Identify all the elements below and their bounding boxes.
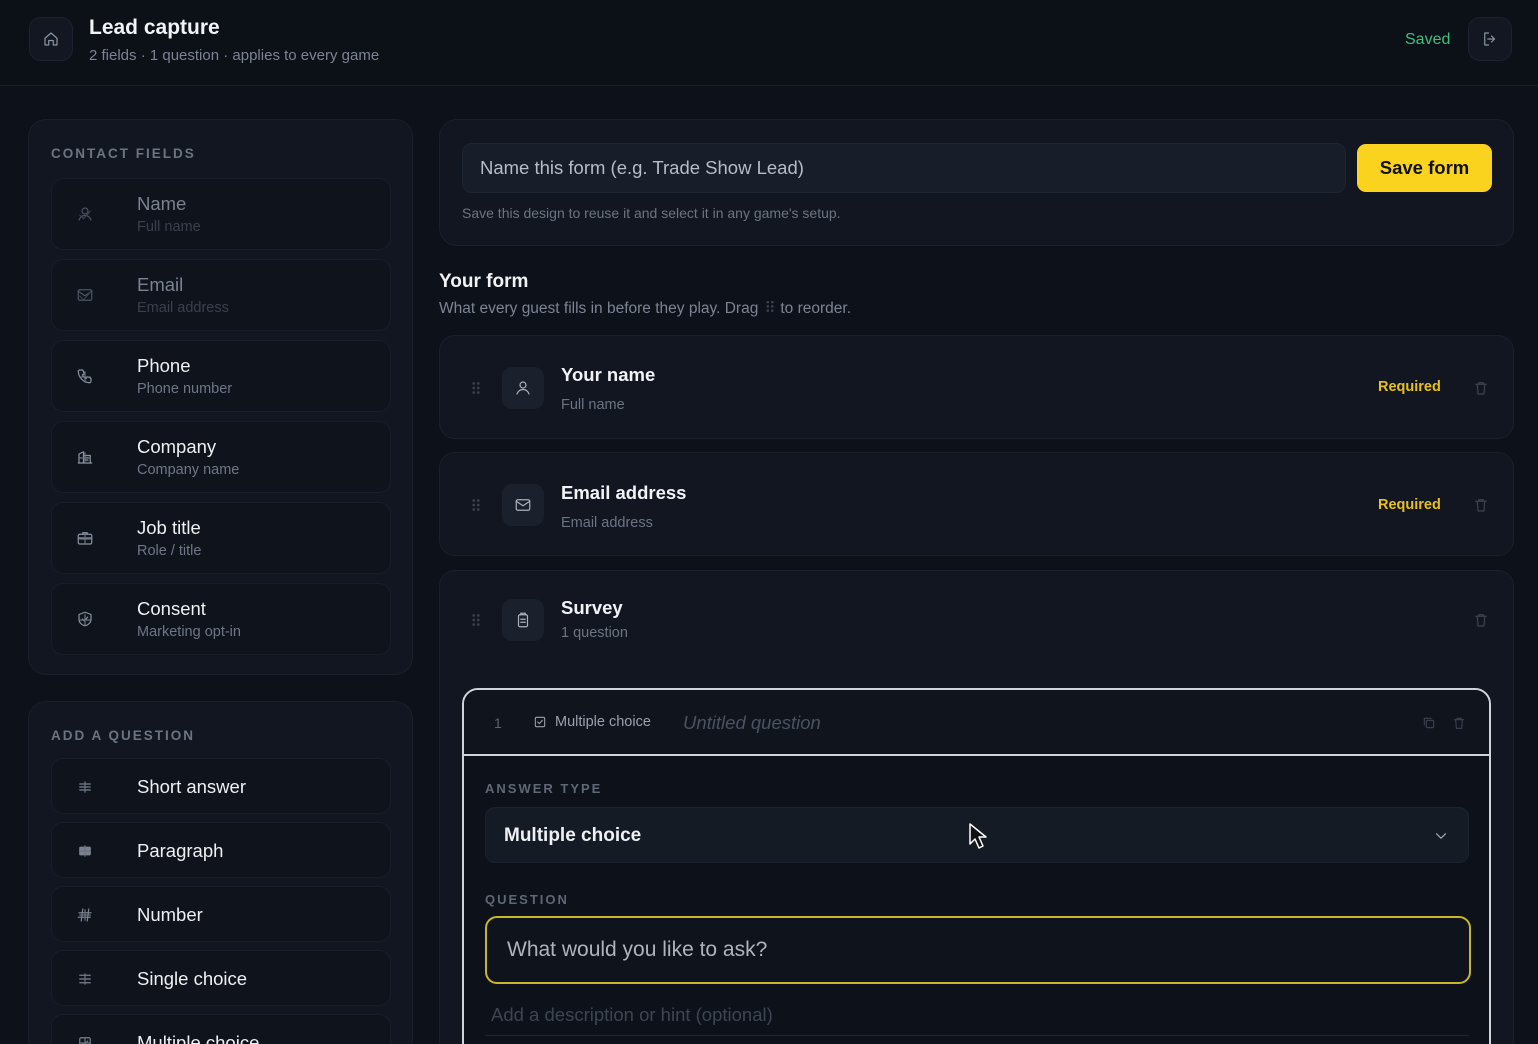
your-form-subtitle: What every guest fills in before they pl… <box>439 299 851 318</box>
form-field-label: Your name <box>561 364 656 385</box>
plus-icon <box>76 778 374 796</box>
form-name-input[interactable] <box>462 143 1346 193</box>
field-icon-container <box>502 367 544 409</box>
page-subtitle: 2 fields · 1 question · applies to every… <box>89 47 380 64</box>
field-icon-container <box>502 484 544 526</box>
contact-field-name[interactable]: Name Full name <box>51 178 391 250</box>
plus-icon <box>76 1034 374 1044</box>
question-number: 1 <box>494 715 502 731</box>
question-type-tag: Multiple choice <box>532 714 651 730</box>
trash-icon[interactable] <box>1472 611 1490 629</box>
field-icon-container <box>502 599 544 641</box>
copy-icon[interactable] <box>1421 715 1437 731</box>
trash-icon[interactable] <box>1451 715 1467 731</box>
question-editor-header[interactable]: 1 Multiple choice Untitled question <box>464 690 1489 756</box>
form-field-sub: 1 question <box>561 625 628 641</box>
form-field-label: Email address <box>561 482 687 503</box>
question-title-preview: Untitled question <box>683 712 821 733</box>
drag-handle-icon[interactable] <box>467 496 485 514</box>
plus-icon <box>76 368 374 386</box>
your-form-subtitle-text: What every guest fills in before they pl… <box>439 300 759 317</box>
form-name-card: Save form Save this design to reuse it a… <box>439 119 1514 246</box>
home-button[interactable] <box>29 17 73 61</box>
plus-icon <box>76 906 374 924</box>
plus-icon <box>76 842 374 860</box>
exit-icon <box>1481 30 1499 48</box>
home-icon <box>42 30 60 48</box>
contact-fields-panel: CONTACT FIELDS Name Full name Email Emai… <box>28 119 413 675</box>
drag-handle-icon: ⠿ <box>764 300 776 317</box>
form-name-hint: Save this design to reuse it and select … <box>462 205 841 221</box>
your-form-subtitle-text-end: to reorder. <box>780 300 851 317</box>
chevron-down-icon <box>1432 827 1450 845</box>
question-editor: 1 Multiple choice Untitled question ANSW… <box>462 688 1491 1044</box>
add-question-single-choice[interactable]: Single choice <box>51 950 391 1006</box>
clipboard-icon <box>514 611 532 629</box>
check-icon <box>76 287 374 305</box>
question-input[interactable] <box>485 916 1471 984</box>
add-question-short-answer[interactable]: Short answer <box>51 758 391 814</box>
add-question-paragraph[interactable]: Paragraph <box>51 822 391 878</box>
plus-icon <box>76 530 374 548</box>
form-field-sub: Email address <box>561 515 653 531</box>
form-field-your-name[interactable]: Your name Full name Required <box>439 335 1514 439</box>
mouse-cursor <box>968 822 990 850</box>
answer-type-value: Multiple choice <box>504 825 642 846</box>
drag-handle-icon[interactable] <box>467 379 485 397</box>
contact-field-company[interactable]: Company Company name <box>51 421 391 493</box>
form-field-label: Survey <box>561 597 623 618</box>
contact-field-consent[interactable]: Consent Marketing opt-in <box>51 583 391 655</box>
page-title: Lead capture <box>89 16 220 39</box>
plus-icon <box>76 449 374 467</box>
exit-button[interactable] <box>1468 17 1512 61</box>
contact-field-phone[interactable]: Phone Phone number <box>51 340 391 412</box>
add-question-multiple-choice[interactable]: Multiple choice <box>51 1014 391 1044</box>
form-field-email-address[interactable]: Email address Email address Required <box>439 452 1514 556</box>
contact-field-email[interactable]: Email Email address <box>51 259 391 331</box>
question-label: QUESTION <box>485 892 569 907</box>
add-question-heading: ADD A QUESTION <box>51 728 196 743</box>
trash-icon[interactable] <box>1472 379 1490 397</box>
trash-icon[interactable] <box>1472 496 1490 514</box>
description-input[interactable] <box>485 994 1469 1036</box>
contact-field-job-title[interactable]: Job title Role / title <box>51 502 391 574</box>
top-bar: Lead capture 2 fields · 1 question · app… <box>0 0 1538 86</box>
save-form-button[interactable]: Save form <box>1357 144 1492 192</box>
required-badge: Required <box>1378 497 1441 513</box>
add-question-panel: ADD A QUESTION Short answer Paragraph Nu… <box>28 701 413 1044</box>
checkbox-icon <box>532 714 548 730</box>
add-question-number[interactable]: Number <box>51 886 391 942</box>
save-status: Saved <box>1405 31 1451 48</box>
answer-type-label: ANSWER TYPE <box>485 781 603 796</box>
mail-icon <box>514 496 532 514</box>
contact-fields-heading: CONTACT FIELDS <box>51 146 196 161</box>
form-field-sub: Full name <box>561 397 625 413</box>
your-form-title: Your form <box>439 271 529 292</box>
plus-icon <box>76 970 374 988</box>
question-type-tag-label: Multiple choice <box>555 714 651 730</box>
plus-icon <box>76 611 374 629</box>
required-badge: Required <box>1378 379 1441 395</box>
drag-handle-icon[interactable] <box>467 611 485 629</box>
check-icon <box>76 206 374 224</box>
user-icon <box>514 379 532 397</box>
